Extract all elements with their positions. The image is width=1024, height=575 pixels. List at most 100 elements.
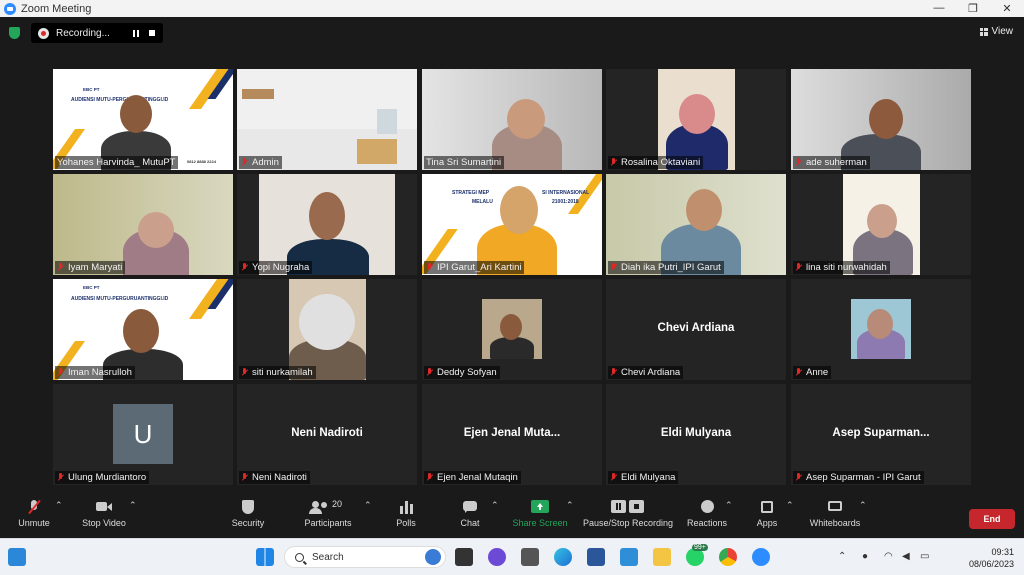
- participant-center-name: Ejen Jenal Muta...: [463, 427, 561, 439]
- chat-options-caret[interactable]: ⌃: [491, 500, 499, 511]
- participant-tile[interactable]: EBC PT AUDIENSI MUTU-PERGURUANTINGGI.ID …: [53, 69, 233, 170]
- pause-stop-recording-button[interactable]: Pause/Stop Recording: [582, 500, 674, 528]
- file-explorer-icon[interactable]: [653, 548, 671, 566]
- task-view-icon[interactable]: [455, 548, 473, 566]
- participant-tile[interactable]: Admin: [237, 69, 417, 170]
- bing-icon[interactable]: [425, 549, 441, 565]
- participant-tile[interactable]: Eldi Mulyana Eldi Mulyana: [606, 384, 786, 485]
- apps-button[interactable]: Apps: [752, 500, 782, 528]
- participant-avatar: U: [113, 404, 173, 464]
- participant-tile[interactable]: Tina Sri Sumartini: [422, 69, 602, 170]
- participant-tile[interactable]: Asep Suparman... Asep Suparman - IPI Gar…: [791, 384, 971, 485]
- participant-center-name: Neni Nadiroti: [291, 427, 363, 439]
- participant-tile[interactable]: U Ulung Murdiantoro: [53, 384, 233, 485]
- window-title: Zoom Meeting: [21, 2, 92, 15]
- unmute-label: Unmute: [18, 518, 50, 528]
- muted-mic-icon: [610, 263, 617, 272]
- grid-view-icon: [979, 27, 988, 36]
- security-shield-icon[interactable]: [9, 27, 20, 39]
- slide-logo: EBC PT: [83, 285, 100, 290]
- minimize-button[interactable]: —: [922, 2, 956, 15]
- participant-tile[interactable]: EBC PT AUDIENSI MUTU-PERGURUANTINGGI.ID …: [53, 279, 233, 380]
- apps-options-caret[interactable]: ⌃: [786, 500, 794, 511]
- apps-icon: [758, 500, 776, 514]
- muted-mic-icon: [795, 368, 802, 377]
- participant-tile[interactable]: Ejen Jenal Muta... Ejen Jenal Mutaqin: [422, 384, 602, 485]
- windows-start-icon[interactable]: [256, 548, 274, 566]
- participant-tile[interactable]: ade suherman: [791, 69, 971, 170]
- participant-tile[interactable]: Anne: [791, 279, 971, 380]
- participant-tile[interactable]: Diah ika Putri_IPI Garut: [606, 174, 786, 275]
- participant-name: lina siti nurwahidah: [806, 262, 887, 273]
- participants-label: Participants: [304, 518, 352, 528]
- polls-button[interactable]: Polls: [391, 500, 421, 528]
- security-button[interactable]: Security: [230, 500, 266, 528]
- microphone-tray-icon[interactable]: ●: [862, 551, 868, 562]
- whiteboards-options-caret[interactable]: ⌃: [859, 500, 867, 511]
- participant-name: Neni Nadiroti: [252, 472, 307, 483]
- video-options-caret[interactable]: ⌃: [129, 500, 137, 511]
- clock-date: 08/06/2023: [968, 559, 1014, 569]
- participant-name: IPI Garut_Ari Kartini: [437, 262, 522, 273]
- volume-icon[interactable]: ◀: [902, 551, 910, 562]
- participant-center-name: Eldi Mulyana: [660, 427, 732, 439]
- slide-title: AUDIENSI MUTU-PERGURUANTINGGI.ID: [71, 296, 169, 302]
- reactions-button[interactable]: Reactions: [686, 500, 728, 528]
- participants-options-caret[interactable]: ⌃: [364, 500, 372, 511]
- participants-button[interactable]: 20 Participants: [302, 499, 354, 528]
- stop-video-label: Stop Video: [82, 518, 126, 528]
- windows-taskbar: Search 99+ ⌃ ● ◠ ◀ ▭ 09:31 08/06/2023: [0, 538, 1024, 575]
- participants-count: 20: [332, 499, 343, 509]
- search-icon: [295, 552, 304, 562]
- taskbar-clock[interactable]: 09:31 08/06/2023: [969, 546, 1014, 570]
- participant-tile[interactable]: Yopi Nugraha: [237, 174, 417, 275]
- participant-name: Eldi Mulyana: [621, 472, 676, 483]
- muted-mic-icon: [610, 158, 617, 167]
- participant-name: Rosalina Oktaviani: [621, 157, 701, 168]
- zoom-taskbar-icon[interactable]: [752, 548, 770, 566]
- muted-mic-icon: [426, 473, 433, 482]
- zoom-logo-icon: [4, 2, 16, 15]
- widgets-icon[interactable]: [8, 548, 26, 566]
- participant-tile[interactable]: lina siti nurwahidah: [791, 174, 971, 275]
- participant-name: Ulung Murdiantoro: [68, 472, 147, 483]
- view-button[interactable]: View: [979, 26, 1013, 37]
- muted-mic-icon: [610, 368, 617, 377]
- whiteboards-button[interactable]: Whiteboards: [806, 500, 864, 528]
- participant-tile[interactable]: siti nurkamilah: [237, 279, 417, 380]
- participant-tile[interactable]: STRATEGI MEP SI INTERNASIONAL MELALU 210…: [422, 174, 602, 275]
- edge-browser-icon[interactable]: [554, 548, 572, 566]
- close-button[interactable]: ✕: [990, 2, 1024, 15]
- lens-app-icon[interactable]: [620, 548, 638, 566]
- audio-options-caret[interactable]: ⌃: [55, 500, 63, 511]
- share-options-caret[interactable]: ⌃: [566, 500, 574, 511]
- muted-mic-icon: [795, 473, 802, 482]
- participant-name: Iman Nasrulloh: [68, 367, 132, 378]
- participant-tile[interactable]: Chevi Ardiana Chevi Ardiana: [606, 279, 786, 380]
- unmute-button[interactable]: Unmute: [16, 499, 52, 528]
- participant-tile[interactable]: Iyam Maryati: [53, 174, 233, 275]
- stop-recording-icon[interactable]: [149, 29, 155, 36]
- word-icon[interactable]: [587, 548, 605, 566]
- wifi-icon[interactable]: ◠: [884, 551, 893, 562]
- muted-mic-icon: [795, 158, 802, 167]
- battery-icon[interactable]: ▭: [920, 551, 929, 562]
- share-screen-button[interactable]: Share Screen: [512, 500, 568, 528]
- show-hidden-icons-caret[interactable]: ⌃: [838, 551, 846, 562]
- stop-video-button[interactable]: Stop Video: [80, 500, 128, 528]
- taskbar-search-box[interactable]: Search: [284, 546, 446, 568]
- file-icon[interactable]: [521, 548, 539, 566]
- maximize-button[interactable]: ❐: [956, 2, 990, 15]
- teams-chat-icon[interactable]: [488, 548, 506, 566]
- reactions-options-caret[interactable]: ⌃: [725, 500, 733, 511]
- participant-tile[interactable]: Deddy Sofyan: [422, 279, 602, 380]
- pause-recording-icon[interactable]: [133, 29, 139, 37]
- participant-name: Admin: [252, 157, 279, 168]
- end-meeting-button[interactable]: End: [969, 509, 1015, 529]
- participant-tile[interactable]: Rosalina Oktaviani: [606, 69, 786, 170]
- participant-tile[interactable]: Neni Nadiroti Neni Nadiroti: [237, 384, 417, 485]
- participant-name: ade suherman: [806, 157, 867, 168]
- muted-mic-icon: [610, 473, 617, 482]
- chrome-icon[interactable]: [719, 548, 737, 566]
- chat-button[interactable]: Chat: [455, 500, 485, 528]
